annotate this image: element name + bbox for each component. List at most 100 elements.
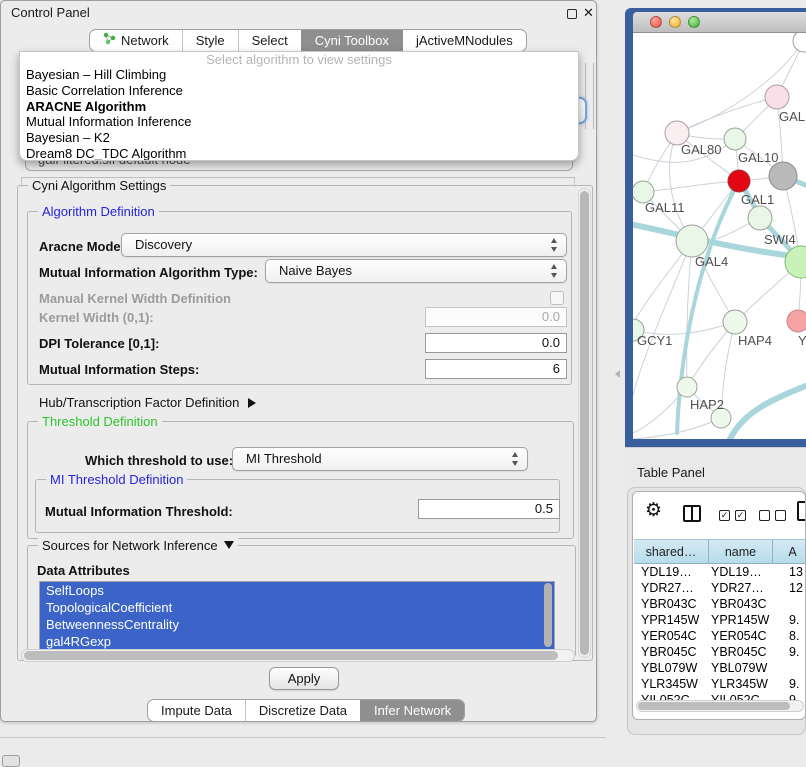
node-gray[interactable] (769, 162, 797, 190)
split-columns-icon[interactable] (683, 505, 701, 522)
table-row[interactable]: YPR145WYPR145W9. (633, 612, 805, 628)
table-panel-header: Table Panel (625, 447, 806, 487)
node-salmon[interactable] (787, 310, 806, 332)
tab-discretize-data[interactable]: Discretize Data (245, 700, 360, 721)
network-view-window: GAL GAL80 GAL10 GAL1 GAL11 SWI4 GAL4 GCY… (625, 8, 806, 447)
column-header-partial[interactable]: A (773, 539, 806, 564)
splitter-collapse-icon[interactable] (615, 370, 620, 378)
node-gal1[interactable] (728, 170, 750, 192)
node-hap2[interactable] (677, 377, 697, 397)
list-item-gal4rgexp[interactable]: gal4RGexp (40, 633, 554, 650)
mi-steps-label: Mutual Information Steps: (39, 362, 199, 377)
float-window-icon[interactable] (567, 9, 577, 19)
table-row[interactable]: YDL19…YDL19…13 (633, 564, 805, 580)
table-row[interactable]: YBL079WYBL079W (633, 660, 805, 676)
dropdown-item-dream8[interactable]: Dream8 DC_TDC Algorithm (20, 146, 578, 161)
node-hap4[interactable] (723, 310, 747, 334)
node-label-hap4[interactable]: HAP4 (738, 333, 772, 348)
apply-button[interactable]: Apply (269, 667, 339, 690)
checked-checkbox-icon-1[interactable]: ✓ (719, 510, 730, 521)
table-horizontal-scrollbar-thumb[interactable] (638, 702, 790, 710)
bottom-corner-button[interactable] (2, 755, 20, 767)
zoom-traffic-light[interactable] (688, 16, 700, 28)
unchecked-checkbox-icon-2[interactable] (775, 510, 786, 521)
table-row[interactable]: YDR27…YDR27…12 (633, 580, 805, 596)
tab-infer-network[interactable]: Infer Network (360, 700, 464, 721)
network-tab-icon (103, 30, 116, 51)
list-scrollbar-thumb[interactable] (544, 583, 552, 647)
node-label-gal11[interactable]: GAL11 (645, 200, 685, 215)
kernel-width-label: Kernel Width (0,1): (39, 310, 154, 325)
page-icon[interactable] (797, 501, 806, 521)
node-label-y[interactable]: Y (798, 333, 806, 348)
stepper-icon (509, 452, 520, 466)
node-label-gcy1[interactable]: GCY1 (637, 333, 672, 348)
mi-steps-input[interactable]: 6 (425, 359, 567, 379)
node-label-gal10[interactable]: GAL10 (738, 150, 778, 165)
hidden-groupbox-fragment (21, 177, 575, 187)
node-gal[interactable] (765, 85, 789, 109)
which-threshold-combobox[interactable]: MI Threshold (232, 447, 528, 471)
aracne-mode-combobox[interactable]: Discovery (121, 233, 567, 257)
dpi-tolerance-label: DPI Tolerance [0,1]: (39, 336, 159, 351)
dropdown-item-bayesian-hill[interactable]: Bayesian – Hill Climbing (20, 67, 578, 83)
data-attributes-label: Data Attributes (37, 563, 130, 578)
node-label-swi4[interactable]: SWI4 (764, 232, 796, 247)
kernel-width-input[interactable]: 0.0 (425, 307, 567, 327)
node-gal4[interactable] (676, 225, 708, 257)
dropdown-item-bayesian-k2[interactable]: Bayesian – K2 (20, 130, 578, 146)
node-unlabeled[interactable] (793, 33, 806, 52)
algorithm-dropdown-list: Select algorithm to view settings Bayesi… (19, 51, 579, 161)
dropdown-prompt: Select algorithm to view settings (20, 52, 578, 67)
node-label-gal80[interactable]: GAL80 (681, 142, 721, 157)
tab-impute-data[interactable]: Impute Data (148, 700, 245, 721)
list-item-topologicalcoefficient[interactable]: TopologicalCoefficient (40, 599, 554, 616)
tab-network[interactable]: Network (90, 30, 182, 51)
mi-type-label: Mutual Information Algorithm Type: (39, 265, 258, 280)
threshold-definition-title: Threshold Definition (38, 414, 162, 429)
node-label-gal[interactable]: GAL (779, 109, 805, 124)
network-window-titlebar[interactable] (633, 12, 806, 33)
aracne-mode-label: Aracne Mode: (39, 239, 125, 254)
window-title: Control Panel (11, 5, 90, 20)
settings-vertical-scrollbar-thumb[interactable] (580, 191, 589, 655)
node-label-gal4[interactable]: GAL4 (695, 254, 728, 269)
close-icon[interactable]: ✕ (583, 5, 594, 21)
dropdown-item-basic-correlation[interactable]: Basic Correlation Inference (20, 83, 578, 99)
tab-style[interactable]: Style (182, 30, 238, 51)
column-header-shared[interactable]: shared… (634, 539, 709, 564)
node-swi4[interactable] (748, 206, 772, 230)
gear-icon[interactable]: ⚙ (645, 500, 662, 522)
close-traffic-light[interactable] (650, 16, 662, 28)
hub-definition-expander[interactable]: Hub/Transcription Factor Definition (39, 395, 256, 410)
table-row[interactable]: YER054CYER054C8. (633, 628, 805, 644)
list-item-selfloops[interactable]: SelfLoops (40, 582, 554, 599)
mi-type-combobox[interactable]: Naive Bayes (265, 259, 567, 283)
stepper-icon (548, 238, 559, 252)
dropdown-item-mutual-information[interactable]: Mutual Information Inference (20, 114, 578, 130)
collapse-down-icon (224, 541, 234, 549)
tab-select[interactable]: Select (238, 30, 301, 51)
table-row[interactable]: YBR043CYBR043C (633, 596, 805, 612)
table-row[interactable]: YLR345WYLR345W9. (633, 676, 805, 692)
node-gal10[interactable] (724, 128, 746, 150)
node-label-gal1[interactable]: GAL1 (741, 192, 774, 207)
column-header-name[interactable]: name (709, 539, 773, 564)
tab-cyni-toolbox[interactable]: Cyni Toolbox (301, 30, 402, 51)
tab-jactivemnodules[interactable]: jActiveMNodules (402, 30, 526, 51)
checked-checkbox-icon-2[interactable]: ✓ (735, 510, 746, 521)
list-item-betweennesscentrality[interactable]: BetweennessCentrality (40, 616, 554, 633)
dpi-tolerance-input[interactable]: 0.0 (425, 333, 567, 353)
control-panel-tabs: Network Style Select Cyni Toolbox jActiv… (89, 29, 527, 52)
table-row[interactable]: YBR045CYBR045C9. (633, 644, 805, 660)
node-label-hap2[interactable]: HAP2 (690, 397, 724, 412)
minimize-traffic-light[interactable] (669, 16, 681, 28)
expand-right-icon (248, 398, 256, 408)
mi-threshold-input[interactable]: 0.5 (418, 499, 560, 519)
control-panel-window: Control Panel ✕ Network Style Select Cyn… (0, 0, 597, 722)
manual-kernel-checkbox[interactable] (550, 291, 564, 305)
sources-title[interactable]: Sources for Network Inference (38, 538, 238, 553)
unchecked-checkbox-icon-1[interactable] (759, 510, 770, 521)
dropdown-item-aracne[interactable]: ARACNE Algorithm (20, 99, 578, 115)
settings-horizontal-scrollbar-thumb[interactable] (24, 651, 558, 660)
